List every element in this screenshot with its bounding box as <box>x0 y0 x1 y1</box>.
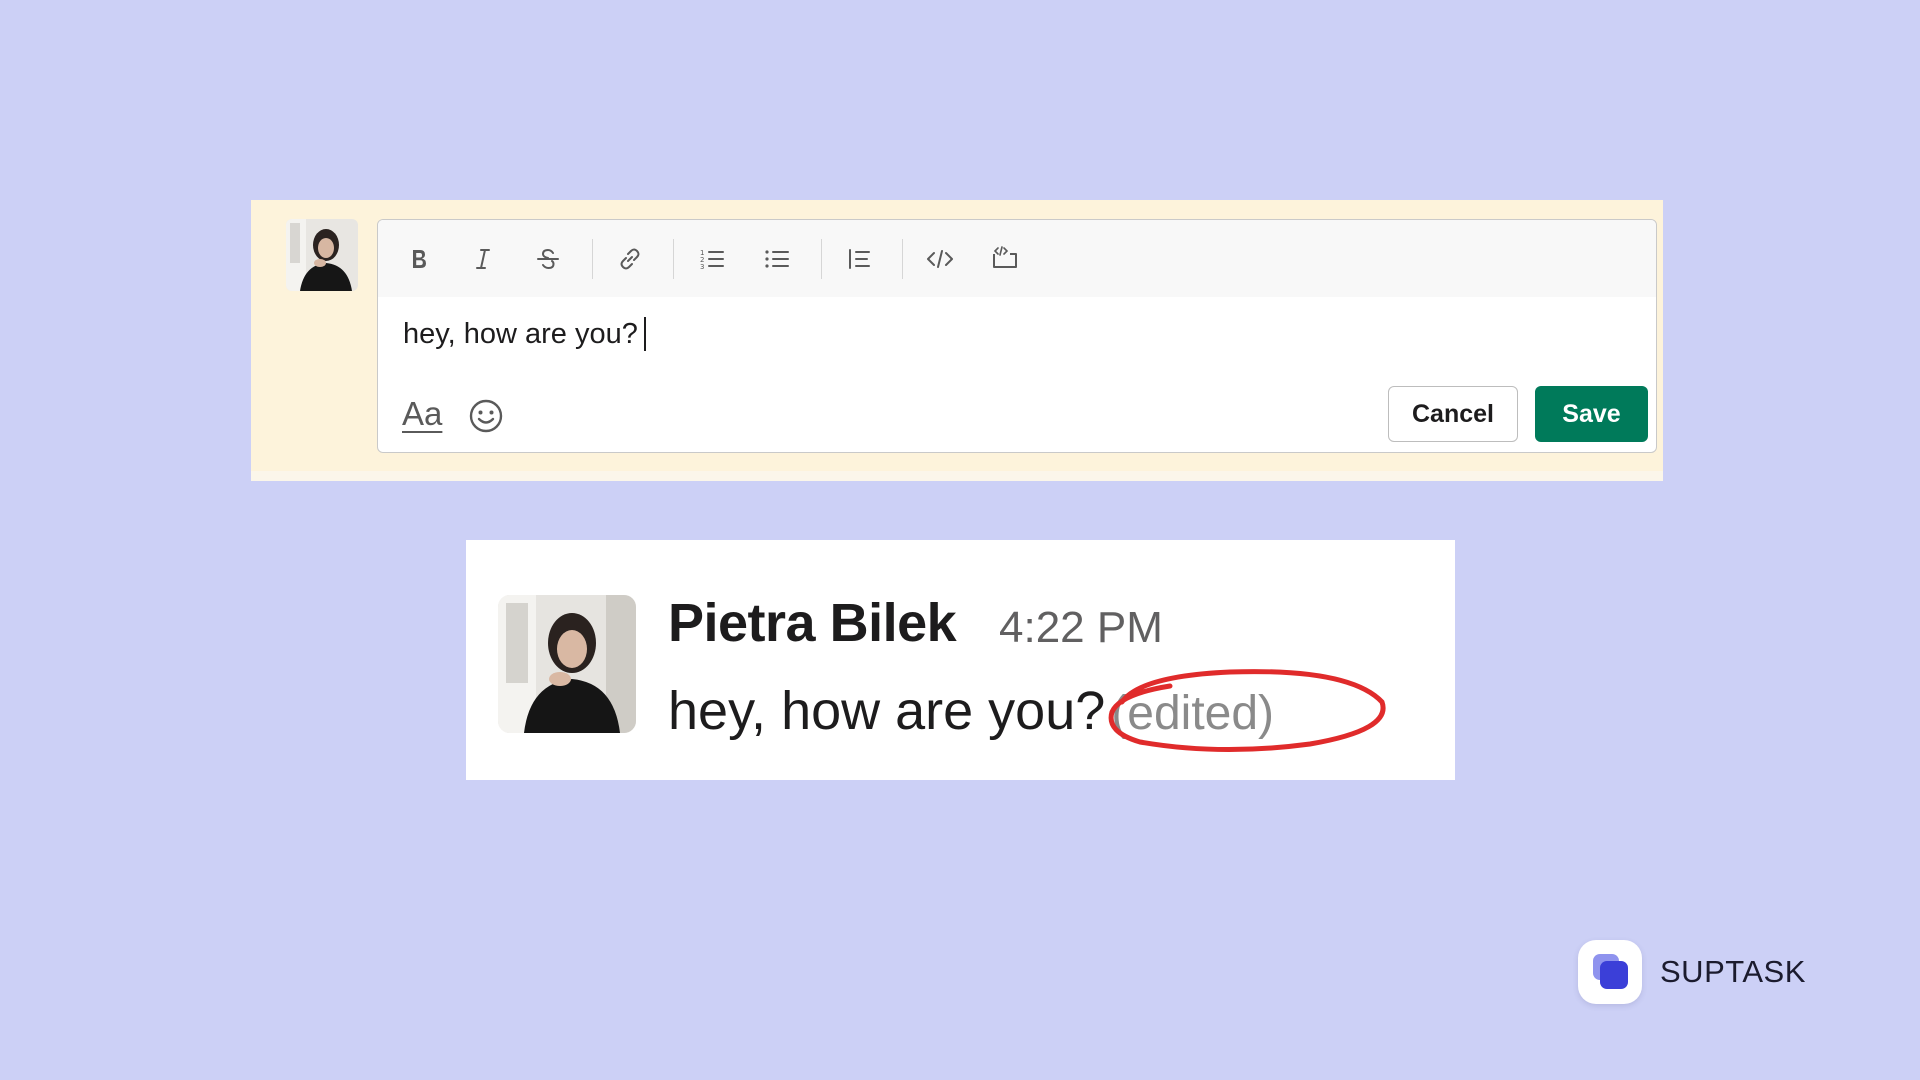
code-block-icon[interactable] <box>986 240 1024 278</box>
emoji-icon[interactable] <box>467 397 505 435</box>
edit-message-panel: 123 hey, how are you? Aa Cancel Save <box>251 200 1663 481</box>
message-composer: 123 hey, how are you? Aa Cancel Save <box>377 219 1657 453</box>
avatar <box>286 219 358 291</box>
formatting-toolbar: 123 <box>378 220 1656 297</box>
save-button[interactable]: Save <box>1535 386 1648 442</box>
suptask-logo-icon <box>1578 940 1642 1004</box>
blockquote-icon[interactable] <box>840 240 878 278</box>
formatting-toggle-button[interactable]: Aa <box>402 395 442 433</box>
message-input-text: hey, how are you? <box>403 317 638 350</box>
brand-logo: SUPTASK <box>1578 940 1806 1004</box>
author-name[interactable]: Pietra Bilek <box>668 592 957 654</box>
bold-icon[interactable] <box>400 240 438 278</box>
cancel-button[interactable]: Cancel <box>1388 386 1518 442</box>
avatar <box>498 595 636 733</box>
message-timestamp[interactable]: 4:22 PM <box>999 603 1163 653</box>
brand-name: SUPTASK <box>1660 954 1806 989</box>
edited-label: (edited) <box>1111 687 1275 740</box>
svg-text:3: 3 <box>700 263 704 271</box>
code-icon[interactable] <box>921 240 959 278</box>
text-caret <box>643 317 646 351</box>
message-text: hey, how are you? <box>668 681 1106 741</box>
link-icon[interactable] <box>611 240 649 278</box>
message-body: hey, how are you? (edited) <box>668 680 1274 742</box>
bulleted-list-icon[interactable] <box>758 240 796 278</box>
strikethrough-icon[interactable] <box>529 240 567 278</box>
message-input[interactable]: hey, how are you? <box>403 317 646 351</box>
posted-message-card: Pietra Bilek 4:22 PM hey, how are you? (e… <box>466 540 1455 780</box>
italic-icon[interactable] <box>464 240 502 278</box>
ordered-list-icon[interactable]: 123 <box>693 240 731 278</box>
